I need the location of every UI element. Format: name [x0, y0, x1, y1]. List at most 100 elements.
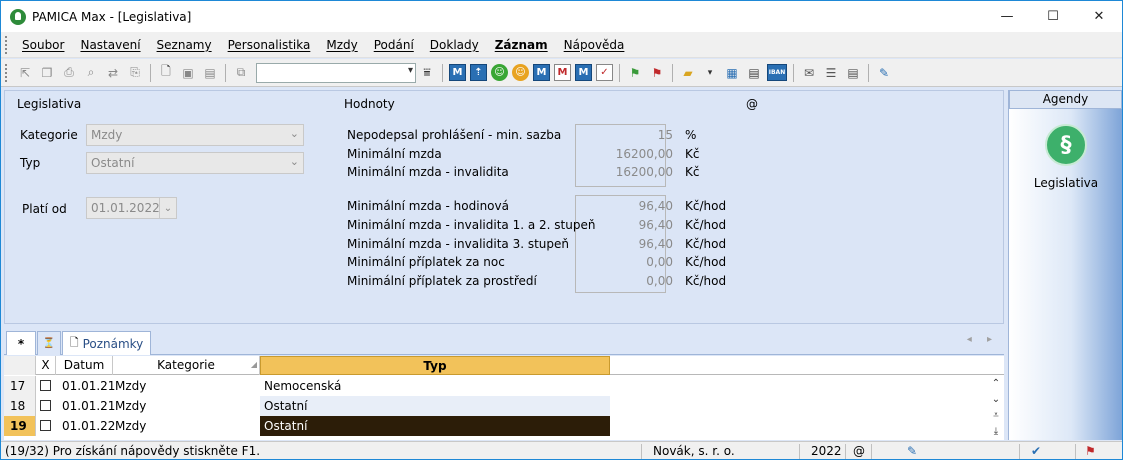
tab-all[interactable]: *	[6, 331, 36, 355]
hodnota-unit: Kč	[685, 165, 700, 179]
typ-value: Ostatní	[91, 156, 135, 170]
module-m-icon[interactable]: M	[449, 64, 466, 81]
maximize-button[interactable]: ☐	[1030, 1, 1076, 32]
module-m-check-icon[interactable]: ✓	[596, 64, 613, 81]
typ-select[interactable]: Ostatní ⌄	[86, 152, 304, 174]
module-m-red-icon[interactable]: M	[554, 64, 571, 81]
toolbar-separator	[225, 63, 226, 82]
hodnota-unit: %	[685, 128, 697, 142]
filter-icon[interactable]: ⩸	[418, 64, 436, 82]
hodnota-label: Minimální mzda - hodinová	[347, 199, 509, 213]
module-m-icon[interactable]: M	[533, 64, 550, 81]
new-document-icon[interactable]: 🗋	[157, 64, 175, 82]
grid-scroll-controls[interactable]: ⌃ ⌄ ⩡ ⤓	[989, 376, 1003, 440]
list-icon[interactable]: ☰	[822, 64, 840, 82]
paragraph-icon[interactable]: §	[1045, 124, 1087, 166]
row-number-header	[4, 356, 36, 375]
save-all-icon[interactable]: ▤	[201, 64, 219, 82]
title-bar: PAMICA Max - [Legislativa] — ☐ ✕	[1, 1, 1122, 32]
export-icon[interactable]: ⇄	[104, 64, 122, 82]
module-m-icon[interactable]: M	[575, 64, 592, 81]
tab-filter[interactable]: ⏳	[37, 331, 61, 355]
chevron-down-icon[interactable]: ⌄	[159, 198, 176, 218]
signature-pen-icon[interactable]: ✎	[907, 444, 917, 458]
menu-soubor[interactable]: Soubor	[14, 38, 72, 52]
column-header-kategorie[interactable]: Kategorie ◢	[113, 356, 260, 375]
status-bar: (19/32) Pro získání nápovědy stiskněte F…	[1, 441, 1122, 459]
tab-scroll-arrows[interactable]: ◂ ▸	[967, 334, 998, 345]
copy-record-icon[interactable]: ❐	[38, 64, 56, 82]
row-checkbox[interactable]	[40, 420, 51, 431]
table-row[interactable]: 17 01.01.21 Mzdy Nemocenská	[4, 376, 1004, 396]
tools-icon[interactable]: ✎	[875, 64, 893, 82]
check-circle-icon[interactable]: ✔	[1031, 444, 1041, 458]
hodnota-value: 16200,00	[615, 147, 673, 161]
menu-personalistika[interactable]: Personalistika	[220, 38, 319, 52]
plati-od-date-field[interactable]: 01.01.2022 ⌄	[86, 197, 177, 219]
paste-icon[interactable]: ⎘	[126, 64, 144, 82]
agendy-panel: Agendy § Legislativa	[1008, 90, 1122, 440]
flag-red-icon[interactable]: ⚑	[648, 64, 666, 82]
row-checkbox[interactable]	[40, 380, 51, 391]
menu-zaznam[interactable]: Záznam	[487, 38, 556, 52]
folder-dropdown-icon[interactable]: ▾	[701, 64, 719, 82]
cell-datum: 01.01.22	[62, 419, 116, 433]
table-row[interactable]: 18 01.01.21 Mzdy Ostatní	[4, 396, 1004, 416]
person-upload-icon[interactable]: ⇡	[470, 64, 487, 81]
scroll-down-icon[interactable]: ⩡	[989, 408, 1003, 424]
scroll-up-icon[interactable]: ⌄	[989, 392, 1003, 408]
menu-podani[interactable]: Podání	[366, 38, 422, 52]
save-icon[interactable]: ▣	[179, 64, 197, 82]
calendar-icon[interactable]: ▤	[745, 64, 763, 82]
cell-kategorie: Mzdy	[115, 419, 147, 433]
filter-icon: ⏳	[42, 338, 56, 349]
preview-icon[interactable]: ⌕	[82, 64, 100, 82]
menu-napoveda[interactable]: Nápověda	[556, 38, 633, 52]
column-header-datum[interactable]: Datum	[56, 356, 113, 375]
person-orange-icon[interactable]: ☺	[512, 64, 529, 81]
flag-green-icon[interactable]: ⚑	[626, 64, 644, 82]
column-header-typ[interactable]: Typ	[260, 356, 610, 375]
menu-doklady[interactable]: Doklady	[422, 38, 487, 52]
column-header-x[interactable]: X	[36, 356, 56, 375]
menu-bar: Soubor Nastavení Seznamy Personalistika …	[1, 32, 1122, 58]
row-number: 19	[4, 416, 36, 436]
first-record-icon[interactable]: ⇱	[16, 64, 34, 82]
toolbar-separator	[619, 63, 620, 82]
menu-mzdy[interactable]: Mzdy	[318, 38, 365, 52]
tab-poznamky[interactable]: 🗋 Poznámky	[62, 331, 151, 355]
document-list-icon[interactable]: ▤	[844, 64, 862, 82]
toolbar-search-combo[interactable]	[256, 62, 416, 83]
row-checkbox[interactable]	[40, 400, 51, 411]
hodnota-value: 96,40	[638, 218, 673, 232]
print-icon[interactable]: ⎙	[60, 64, 78, 82]
scroll-bottom-icon[interactable]: ⤓	[989, 424, 1003, 440]
person-green-icon[interactable]: ☺	[491, 64, 508, 81]
status-separator	[1019, 444, 1020, 459]
iban-icon[interactable]: IBAN	[767, 64, 787, 81]
calculator-icon[interactable]: ▦	[723, 64, 741, 82]
scroll-top-icon[interactable]: ⌃	[989, 376, 1003, 392]
status-separator	[799, 444, 800, 459]
agendy-item-legislativa[interactable]: Legislativa	[1009, 176, 1122, 190]
window-title: PAMICA Max - [Legislativa]	[32, 9, 192, 24]
status-separator	[1075, 444, 1076, 459]
folder-icon[interactable]: ▰	[679, 64, 697, 82]
kategorie-select[interactable]: Mzdy ⌄	[86, 124, 304, 146]
cell-typ: Nemocenská	[264, 379, 342, 393]
table-row-selected[interactable]: 19 01.01.22 Mzdy Ostatní	[4, 416, 1004, 436]
hodnota-value: 96,40	[638, 199, 673, 213]
records-table: X Datum Kategorie ◢ Typ 17 01.01.21 Mzdy…	[4, 356, 1004, 440]
cell-typ: Ostatní	[260, 396, 610, 416]
duplicate-icon[interactable]: ⧉	[232, 64, 250, 82]
minimize-button[interactable]: —	[984, 1, 1030, 32]
message-icon[interactable]: ✉	[800, 64, 818, 82]
flag-red-icon[interactable]: ⚑	[1085, 444, 1096, 458]
menu-nastaveni[interactable]: Nastavení	[72, 38, 148, 52]
close-button[interactable]: ✕	[1076, 1, 1122, 32]
hodnota-unit: Kč/hod	[685, 255, 727, 269]
menu-seznamy[interactable]: Seznamy	[149, 38, 220, 52]
hodnota-unit: Kč/hod	[685, 218, 727, 232]
pamica-app-icon	[10, 8, 26, 25]
typ-label: Typ	[20, 156, 41, 170]
